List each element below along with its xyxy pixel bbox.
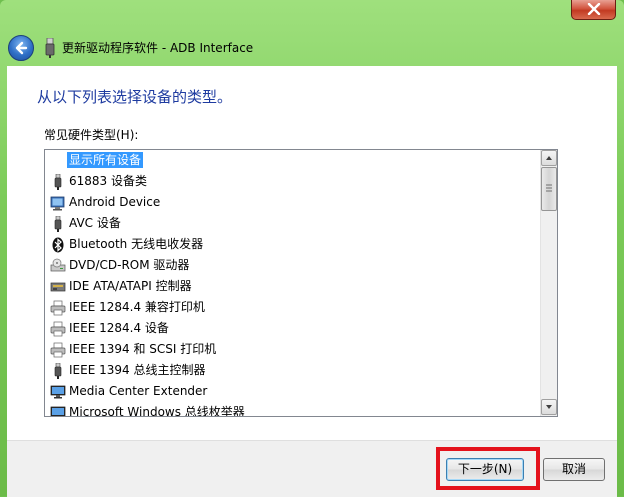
list-item[interactable]: AVC 设备	[45, 213, 541, 234]
list-item[interactable]: IDE ATA/ATAPI 控制器	[45, 276, 541, 297]
monitor-icon	[50, 405, 66, 416]
list-item-label: DVD/CD-ROM 驱动器	[69, 258, 190, 272]
list-item[interactable]: Microsoft Windows 总线枚举器	[45, 402, 541, 417]
printer-icon	[50, 321, 66, 337]
bluetooth-icon	[50, 237, 66, 253]
list-item[interactable]: Bluetooth 无线电收发器	[45, 234, 541, 255]
vertical-scrollbar[interactable]	[540, 150, 557, 416]
printer-icon	[50, 300, 66, 316]
scroll-down-button[interactable]	[541, 399, 557, 415]
list-item-label: IEEE 1284.4 设备	[69, 321, 169, 335]
chevron-down-icon	[546, 405, 552, 409]
scroll-thumb[interactable]	[541, 167, 557, 211]
list-item[interactable]: Media Center Extender	[45, 381, 541, 402]
scroll-up-button[interactable]	[541, 150, 557, 166]
printer-icon	[50, 342, 66, 358]
list-item[interactable]: 显示所有设备	[45, 150, 541, 171]
usb-device-icon	[45, 38, 55, 58]
list-item-label: Bluetooth 无线电收发器	[69, 237, 204, 251]
hardware-type-list[interactable]: 显示所有设备 61883 设备类 Android Device AVC 设备 Bluet…	[44, 149, 558, 417]
list-item[interactable]: 61883 设备类	[45, 171, 541, 192]
list-item-label: Microsoft Windows 总线枚举器	[69, 405, 245, 417]
list-item[interactable]: IEEE 1394 总线主控制器	[45, 360, 541, 381]
list-item-label: Android Device	[69, 195, 161, 209]
close-button[interactable]	[571, 0, 616, 20]
list-item-label: IEEE 1394 和 SCSI 打印机	[69, 342, 217, 356]
list-item-label: AVC 设备	[69, 216, 121, 230]
list-item-label: IEEE 1284.4 兼容打印机	[69, 300, 205, 314]
list-item-label: 61883 设备类	[69, 174, 147, 188]
back-button[interactable]	[8, 35, 34, 61]
usb-plug-icon	[50, 362, 66, 379]
list-item-label: IDE ATA/ATAPI 控制器	[69, 279, 192, 293]
dvd-drive-icon	[50, 258, 66, 274]
grip-icon	[546, 184, 552, 192]
instruction-heading: 从以下列表选择设备的类型。	[37, 88, 233, 106]
list-item-label: IEEE 1394 总线主控制器	[69, 363, 206, 377]
monitor-icon	[50, 384, 66, 400]
ide-controller-icon	[50, 279, 66, 295]
list-item[interactable]: DVD/CD-ROM 驱动器	[45, 255, 541, 276]
highlight-annotation-box	[436, 447, 540, 490]
list-item-label: Media Center Extender	[69, 384, 208, 398]
list-item[interactable]: Android Device	[45, 192, 541, 213]
list-item[interactable]: IEEE 1284.4 设备	[45, 318, 541, 339]
hardware-type-label: 常见硬件类型(H):	[44, 128, 139, 142]
navigation-bar: 更新驱动程序软件 - ADB Interface	[0, 26, 624, 66]
list-items-container: 显示所有设备 61883 设备类 Android Device AVC 设备 Bluet…	[45, 150, 541, 417]
usb-plug-icon	[50, 215, 66, 232]
dialog-title: 更新驱动程序软件 - ADB Interface	[62, 41, 254, 55]
arrow-left-icon	[15, 41, 28, 55]
cancel-button[interactable]: 取消	[543, 458, 605, 481]
usb-plug-icon	[50, 173, 66, 190]
android-device-icon	[50, 195, 66, 211]
chevron-up-icon	[546, 156, 552, 160]
list-item[interactable]: IEEE 1394 和 SCSI 打印机	[45, 339, 541, 360]
list-item[interactable]: IEEE 1284.4 兼容打印机	[45, 297, 541, 318]
close-icon	[587, 3, 601, 15]
list-item-label: 显示所有设备	[67, 152, 144, 168]
